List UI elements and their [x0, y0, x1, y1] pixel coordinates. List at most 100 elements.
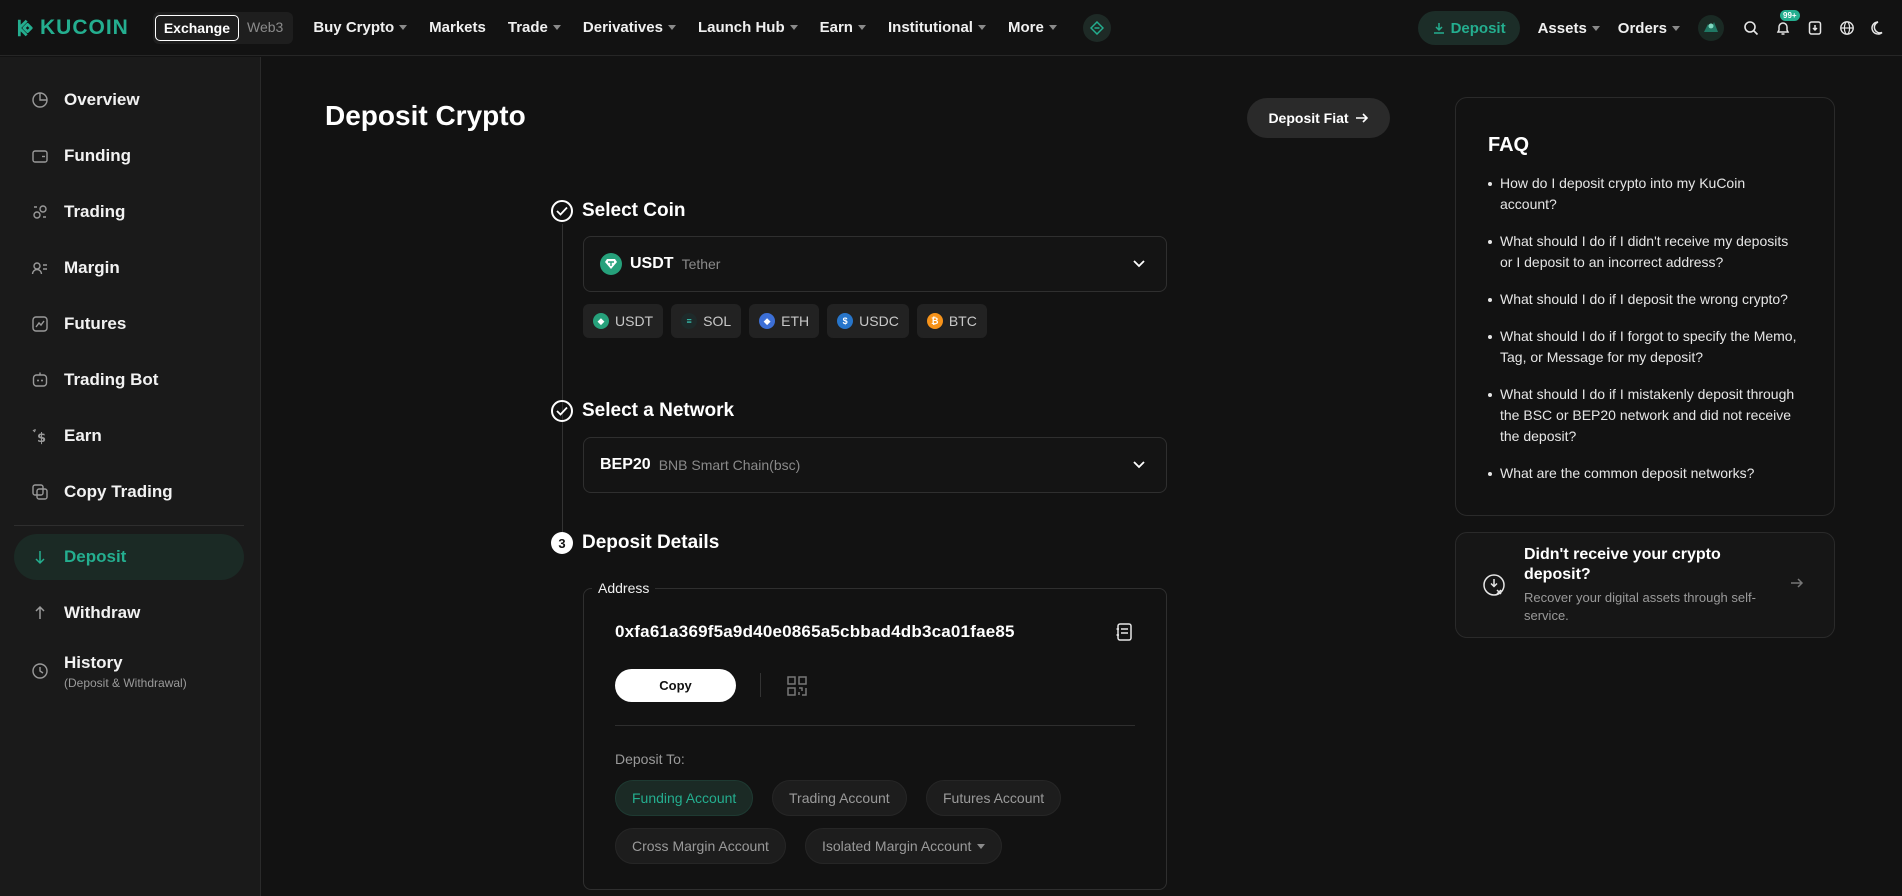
- nav-markets[interactable]: Markets: [429, 19, 486, 36]
- usdt-coin-icon: ◆: [593, 313, 609, 329]
- coin-select-dropdown[interactable]: USDT Tether: [583, 236, 1167, 292]
- sidebar-item-history[interactable]: History (Deposit & Withdrawal): [14, 643, 244, 699]
- chevron-down-icon: [1133, 461, 1145, 469]
- sidebar-item-trading[interactable]: Trading: [14, 189, 244, 235]
- caret-down-icon: [1591, 25, 1600, 31]
- recover-deposit-icon: [1482, 573, 1506, 602]
- nav-deposit-button[interactable]: Deposit: [1417, 11, 1520, 45]
- nav-buy-crypto[interactable]: Buy Crypto: [313, 19, 408, 36]
- step-title: Select a Network: [582, 400, 735, 421]
- avatar[interactable]: [1698, 15, 1724, 41]
- sidebar-item-futures[interactable]: Futures: [14, 301, 244, 347]
- nav-assets[interactable]: Assets: [1538, 20, 1600, 37]
- notification-bell-icon[interactable]: 99+: [1774, 10, 1800, 37]
- wallet-icon: [30, 146, 50, 166]
- deposit-fiat-button[interactable]: Deposit Fiat: [1247, 98, 1390, 138]
- sidebar-item-funding[interactable]: Funding: [14, 133, 244, 179]
- nav-label: Buy Crypto: [313, 19, 395, 36]
- caret-down-icon: [1672, 25, 1680, 31]
- caret-down-icon: [789, 25, 798, 30]
- quick-coin-usdc[interactable]: $ USDC: [827, 304, 909, 338]
- account-option-isolated-margin[interactable]: Isolated Margin Account: [805, 828, 1003, 864]
- nav-label: Institutional: [887, 19, 973, 36]
- sidebar-item-margin[interactable]: Margin: [14, 245, 244, 291]
- faq-item[interactable]: What should I do if I mistakenly deposit…: [1488, 384, 1802, 447]
- nav-institutional[interactable]: Institutional: [888, 19, 986, 36]
- search-icon[interactable]: [1742, 19, 1760, 37]
- moon-icon[interactable]: [1870, 19, 1888, 37]
- sidebar: Overview Funding Trading Margin Futures …: [0, 57, 261, 896]
- sidebar-item-earn[interactable]: $ Earn: [14, 413, 244, 459]
- caret-down-icon: [977, 25, 986, 30]
- pie-chart-icon: [30, 90, 50, 110]
- quick-coin-eth[interactable]: ◆ ETH: [749, 304, 820, 338]
- network-select-dropdown[interactable]: BEP20 BNB Smart Chain(bsc): [583, 437, 1167, 493]
- copy-address-button[interactable]: Copy: [615, 669, 736, 702]
- selected-network-symbol: BEP20: [600, 456, 651, 473]
- sidebar-item-label: Funding: [64, 146, 132, 165]
- faq-item[interactable]: What should I do if I forgot to specify …: [1488, 326, 1802, 368]
- address-book-icon[interactable]: [1115, 622, 1135, 647]
- sidebar-item-label: Earn: [64, 426, 102, 445]
- nav-earn[interactable]: Earn: [820, 19, 866, 36]
- sidebar-item-withdraw[interactable]: Withdraw: [14, 590, 244, 636]
- sidebar-item-trading-bot[interactable]: Trading Bot: [14, 357, 244, 403]
- assets-label: Assets: [1537, 19, 1587, 37]
- faq-item[interactable]: What are the common deposit networks?: [1488, 463, 1802, 484]
- download-app-icon[interactable]: [1806, 19, 1824, 37]
- nav-label: Launch Hub: [697, 19, 785, 36]
- nav-label: Earn: [819, 19, 853, 36]
- btc-coin-icon: ₿: [926, 313, 943, 329]
- download-icon: [1433, 23, 1444, 34]
- copy-trading-icon: [30, 482, 50, 502]
- faq-item[interactable]: What should I do if I deposit the wrong …: [1488, 289, 1802, 310]
- margin-icon: [30, 258, 50, 278]
- quick-coin-btc[interactable]: ₿ BTC: [916, 304, 987, 338]
- account-option-futures[interactable]: Futures Account: [926, 780, 1062, 816]
- account-option-cross-margin[interactable]: Cross Margin Account: [615, 828, 786, 864]
- faq-item[interactable]: What should I do if I didn't receive my …: [1488, 231, 1802, 273]
- account-option-trading[interactable]: Trading Account: [772, 780, 907, 816]
- sidebar-item-copy-trading[interactable]: Copy Trading: [14, 469, 244, 515]
- step-connector-line: [562, 224, 563, 532]
- sidebar-item-deposit[interactable]: Deposit: [14, 534, 244, 580]
- nav-trade[interactable]: Trade: [508, 19, 561, 36]
- faq-item[interactable]: How do I deposit crypto into my KuCoin a…: [1488, 173, 1802, 215]
- faq-list: How do I deposit crypto into my KuCoin a…: [1488, 173, 1802, 484]
- chip-label: BTC: [948, 313, 977, 329]
- globe-icon[interactable]: [1838, 19, 1856, 37]
- selected-coin-name: Tether: [681, 256, 721, 272]
- recover-deposit-card[interactable]: Didn't receive your crypto deposit? Reco…: [1455, 532, 1835, 638]
- vip-diamond-button[interactable]: [1082, 13, 1111, 42]
- step-number-badge: 3: [551, 532, 573, 554]
- sidebar-item-overview[interactable]: Overview: [14, 77, 244, 123]
- account-option-funding[interactable]: Funding Account: [615, 780, 754, 816]
- check-circle-icon: [551, 200, 573, 222]
- web3-tab[interactable]: Web3: [239, 15, 291, 41]
- nav-launch-hub[interactable]: Launch Hub: [698, 19, 798, 36]
- nav-more[interactable]: More: [1008, 19, 1057, 36]
- deposit-address[interactable]: 0xfa61a369f5a9d40e0865a5cbbad4db3ca01fae…: [615, 622, 1015, 642]
- history-label-group: History (Deposit & Withdrawal): [64, 653, 187, 690]
- sidebar-item-label: Copy Trading: [64, 482, 173, 501]
- caret-down-icon: [857, 25, 866, 30]
- kucoin-logo[interactable]: KUCOIN: [12, 16, 129, 40]
- faq-title: FAQ: [1488, 134, 1530, 156]
- divider: [615, 725, 1135, 726]
- arrow-right-icon: [1355, 113, 1368, 123]
- trading-icon: [30, 202, 50, 222]
- selected-network-name: BNB Smart Chain(bsc): [658, 457, 801, 473]
- caret-down-icon: [552, 25, 561, 30]
- orders-label: Orders: [1617, 19, 1667, 37]
- check-circle-icon: [551, 400, 573, 422]
- nav-derivatives[interactable]: Derivatives: [583, 19, 676, 36]
- quick-coin-usdt[interactable]: ◆ USDT: [583, 304, 664, 338]
- nav-label: More: [1007, 19, 1044, 36]
- sidebar-item-label: Withdraw: [64, 603, 141, 622]
- qr-code-icon[interactable]: [786, 675, 808, 702]
- nav-orders[interactable]: Orders: [1618, 20, 1680, 37]
- quick-coin-sol[interactable]: ≡ SOL: [671, 304, 742, 338]
- exchange-tab[interactable]: Exchange: [154, 14, 239, 41]
- deposit-to-label: Deposit To:: [615, 751, 685, 767]
- caret-down-icon: [977, 843, 986, 849]
